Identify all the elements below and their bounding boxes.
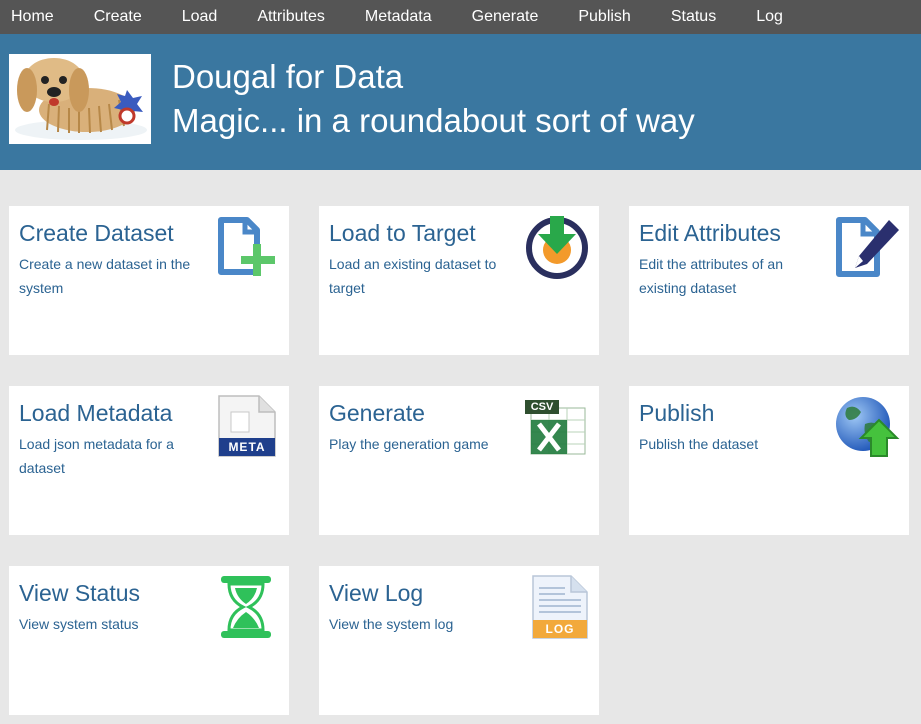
load-to-target-card[interactable]: Load to Target Load an existing dataset …	[319, 206, 599, 355]
nav-load[interactable]: Load	[182, 0, 218, 34]
nav-log[interactable]: Log	[756, 0, 783, 34]
globe-upload-icon	[833, 394, 901, 465]
load-metadata-card[interactable]: Load Metadata Load json metadata for a d…	[9, 386, 289, 535]
edit-document-icon	[833, 214, 901, 287]
card-description: Publish the dataset	[639, 436, 759, 452]
top-nav: Home Create Load Attributes Metadata Gen…	[0, 0, 921, 34]
page-title: Dougal for Data	[172, 58, 404, 95]
log-file-icon: LOG	[529, 574, 591, 645]
new-document-icon	[213, 214, 281, 287]
meta-label: META	[228, 440, 266, 454]
csv-excel-icon: CSV	[525, 400, 587, 461]
nav-metadata[interactable]: Metadata	[365, 0, 432, 34]
create-dataset-card[interactable]: Create Dataset Create a new dataset in t…	[9, 206, 289, 355]
card-title: Load Metadata	[19, 400, 173, 426]
card-title: Create Dataset	[19, 220, 174, 246]
card-description: View system status	[19, 616, 139, 632]
log-label: LOG	[545, 622, 575, 636]
card-title: Publish	[639, 400, 715, 426]
dougal-dog-logo	[9, 54, 151, 144]
generate-card[interactable]: Generate Play the generation game CSV	[319, 386, 599, 535]
publish-card[interactable]: Publish Publish the dataset	[629, 386, 909, 535]
card-description: Play the generation game	[329, 436, 489, 452]
nav-generate[interactable]: Generate	[472, 0, 539, 34]
card-description: View the system log	[329, 616, 454, 632]
hourglass-icon	[219, 574, 273, 645]
card-description: Edit the attributes of an existing datas…	[639, 256, 783, 296]
banner: Dougal for Data Magic... in a roundabout…	[0, 34, 921, 170]
card-title: View Status	[19, 580, 141, 606]
meta-file-icon: META	[215, 394, 279, 465]
card-title: Load to Target	[329, 220, 476, 246]
page-subtitle: Magic... in a roundabout sort of way	[172, 102, 695, 139]
nav-create[interactable]: Create	[94, 0, 142, 34]
nav-home[interactable]: Home	[11, 0, 54, 34]
download-target-icon	[524, 214, 590, 285]
view-log-card[interactable]: View Log View the system log LOG	[319, 566, 599, 715]
nav-status[interactable]: Status	[671, 0, 716, 34]
card-title: View Log	[329, 580, 424, 606]
card-title: Generate	[329, 400, 425, 426]
card-description: Create a new dataset in the system	[19, 256, 191, 296]
nav-publish[interactable]: Publish	[578, 0, 630, 34]
card-description: Load json metadata for a dataset	[19, 436, 174, 476]
card-description: Load an existing dataset to target	[329, 256, 497, 296]
edit-attributes-card[interactable]: Edit Attributes Edit the attributes of a…	[629, 206, 909, 355]
csv-label: CSV	[530, 401, 554, 413]
view-status-card[interactable]: View Status View system status	[9, 566, 289, 715]
nav-attributes[interactable]: Attributes	[257, 0, 325, 34]
card-title: Edit Attributes	[639, 220, 781, 246]
